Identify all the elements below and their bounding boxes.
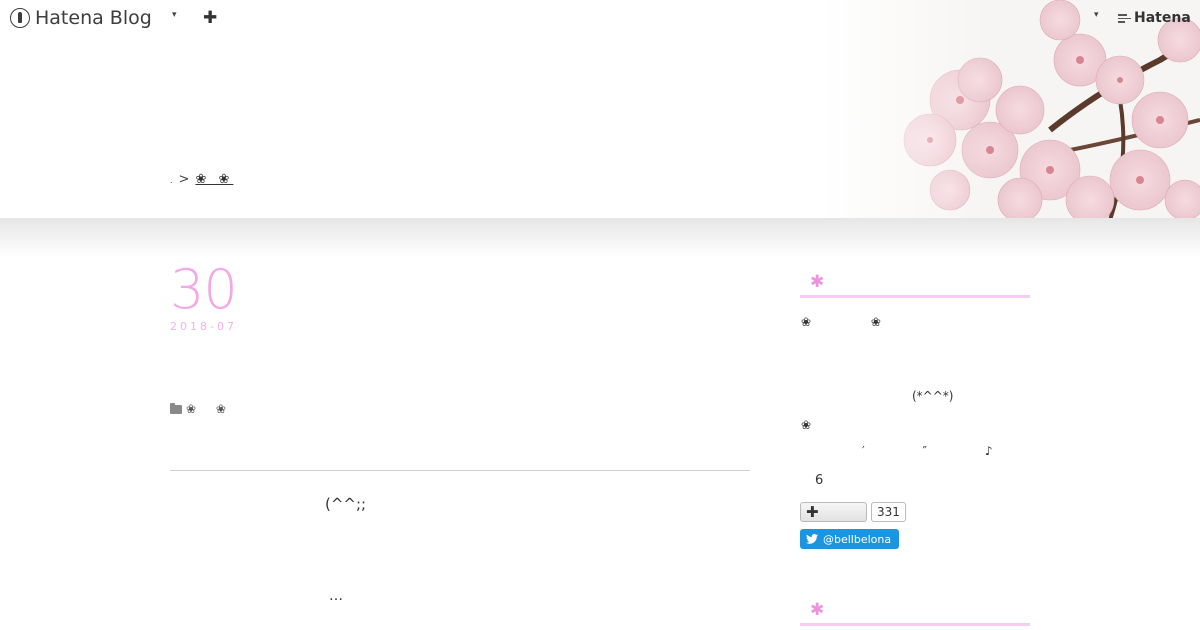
breadcrumb-home-link[interactable]: .: [170, 176, 173, 185]
hatena-speed-lines-icon: [1118, 13, 1132, 23]
hatena-logo-icon: [10, 8, 30, 28]
subscribe-widget: ✚ 331: [800, 502, 906, 522]
profile-flower: ❀: [801, 418, 812, 432]
twitter-handle: @bellbelona: [823, 532, 892, 546]
hatena-brand-link[interactable]: Hatena: [1118, 10, 1191, 26]
breadcrumb-separator: >: [178, 172, 190, 187]
plus-icon: ✚: [806, 503, 819, 521]
sidebar-module-header-second: ✱: [800, 594, 1030, 626]
twitter-follow-button[interactable]: @bellbelona: [800, 529, 900, 549]
logo-text: Hatena Blog: [35, 7, 152, 29]
entry-body-text: (^^;;: [325, 495, 367, 513]
user-menu-dropdown-icon[interactable]: ▾: [1094, 10, 1099, 20]
entry-date-day[interactable]: 30: [170, 258, 238, 321]
profile-marks: ′ ″ ♪: [862, 444, 1020, 458]
entry-categories: ❀ ❀: [170, 402, 234, 416]
asterisk-icon: ✱: [810, 272, 825, 292]
breadcrumb-category-link[interactable]: ❀ ❀: [195, 172, 233, 187]
profile-number: 6: [815, 473, 824, 488]
entry-body-ellipsis: …: [329, 588, 343, 604]
breadcrumb: . > ❀ ❀: [170, 172, 233, 187]
hatena-blog-logo[interactable]: Hatena Blog: [10, 7, 152, 29]
profile-emote: (*^^*): [912, 389, 954, 403]
header-shadow-band: [0, 218, 1200, 258]
category-link[interactable]: ❀ ❀: [186, 402, 234, 416]
hatena-brand-text: Hatena: [1134, 10, 1191, 26]
entry-divider: [170, 470, 750, 471]
profile-flowers: ❀ ❀: [801, 315, 909, 329]
blog-menu-dropdown-icon[interactable]: ▾: [172, 10, 177, 20]
entry-date-year-month[interactable]: 2018-07: [170, 320, 237, 333]
folder-icon: [170, 403, 182, 414]
subscribe-button[interactable]: ✚: [800, 502, 867, 522]
asterisk-icon: ✱: [810, 600, 825, 620]
global-header: Hatena Blog ▾ ✚ ▾ Hatena: [0, 0, 1200, 38]
subscriber-count[interactable]: 331: [871, 502, 906, 522]
twitter-bird-icon: [806, 534, 818, 544]
add-entry-plus-icon[interactable]: ✚: [203, 8, 217, 28]
sidebar-module-header-profile: ✱: [800, 266, 1030, 298]
blog-header: Hatena Blog ▾ ✚ ▾ Hatena . > ❀ ❀: [0, 0, 1200, 220]
